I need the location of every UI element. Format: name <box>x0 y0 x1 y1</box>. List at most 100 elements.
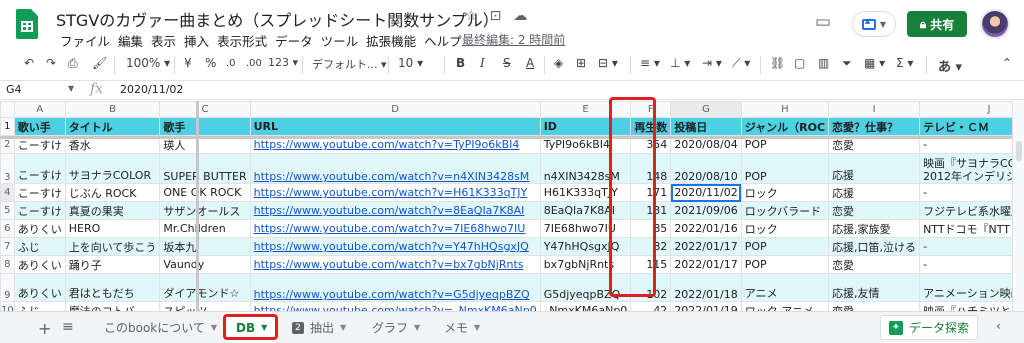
data-cell[interactable]: POP <box>740 255 830 274</box>
share-button[interactable]: 🔒︎ 共有 <box>907 11 967 37</box>
data-cell[interactable]: 131 <box>630 201 672 220</box>
frozen-row-divider[interactable] <box>0 136 1012 139</box>
column-header[interactable]: D <box>249 101 541 118</box>
data-cell[interactable]: - <box>919 237 1024 256</box>
data-cell[interactable]: - <box>919 183 1024 202</box>
paint-format-icon[interactable]: 🖌︎ <box>92 56 107 70</box>
horizontal-align-icon[interactable]: ≡ ▾ <box>640 56 660 70</box>
filter-views-icon[interactable]: ▦ ▾ <box>864 56 885 70</box>
data-cell[interactable]: 応援,家族愛 <box>828 219 921 238</box>
italic-button[interactable]: I <box>480 56 485 70</box>
text-wrap-icon[interactable]: ⇥ ▾ <box>702 56 722 70</box>
borders-icon[interactable]: ⊞ <box>576 56 586 70</box>
last-edit-link[interactable]: 最終編集: 2 時間前 <box>462 31 565 48</box>
data-cell[interactable]: 映画『ハチミツとクローバ <box>919 301 1024 311</box>
data-cell[interactable]: 42 <box>630 301 672 311</box>
url-link-cell[interactable]: https://www.youtube.com/watch?v=n4XIN342… <box>249 153 541 184</box>
header-cell[interactable]: ID <box>539 117 632 136</box>
row-number[interactable]: 5 <box>0 201 15 220</box>
row-number[interactable]: 8 <box>0 255 15 274</box>
column-header[interactable]: E <box>539 101 632 118</box>
data-cell[interactable]: 2022/01/19 <box>670 301 742 311</box>
data-cell[interactable]: ありくい <box>13 219 66 238</box>
data-cell[interactable]: 恋愛 <box>828 255 921 274</box>
print-icon[interactable]: ⎙ <box>68 56 78 71</box>
currency-format-button[interactable]: ¥ <box>184 56 192 70</box>
data-cell[interactable]: 応援,友情 <box>828 273 921 302</box>
data-cell[interactable]: スピッツ <box>159 301 251 311</box>
data-cell[interactable]: G5djyeqpBZQ <box>539 273 632 302</box>
header-cell[interactable]: テレビ・ＣＭ <box>919 117 1024 136</box>
vertical-align-icon[interactable]: ⊥ ▾ <box>670 56 690 70</box>
explore-button[interactable]: ✦ データ探索 <box>880 315 978 340</box>
data-cell[interactable]: こーすけ <box>13 153 66 184</box>
tab-graph[interactable]: グラフ ▼ <box>364 312 430 343</box>
data-cell[interactable]: 応援 <box>828 183 921 202</box>
data-cell[interactable]: Mr.Children <box>159 219 251 238</box>
data-cell[interactable]: 君はともだち <box>64 273 161 302</box>
menu-edit[interactable]: 編集 <box>114 31 147 50</box>
select-all-corner[interactable] <box>0 101 15 118</box>
data-cell[interactable]: ありくい <box>13 273 66 302</box>
tab-db[interactable]: DB ▼ <box>226 312 276 343</box>
data-cell[interactable]: ありくい <box>13 255 66 274</box>
formula-input[interactable]: 2020/11/02 <box>120 83 183 96</box>
url-link-cell[interactable]: https://www.youtube.com/watch?v=G5djyeqp… <box>249 273 541 302</box>
data-cell[interactable]: こーすけ <box>13 201 66 220</box>
star-icon[interactable]: ☆ <box>465 8 478 24</box>
url-link-cell[interactable]: https://www.youtube.com/watch?v=Y47hHQsg… <box>249 237 541 256</box>
data-cell[interactable]: 上を向いて歩こう <box>64 237 161 256</box>
increase-decimal-button[interactable]: .00 <box>246 58 262 69</box>
data-cell[interactable]: 応援 <box>828 153 921 184</box>
font-size-select[interactable]: 10 ▾ <box>398 56 423 70</box>
frozen-column-divider[interactable] <box>196 101 199 311</box>
header-cell[interactable]: タイトル <box>64 117 161 136</box>
column-header[interactable]: J <box>919 101 1024 118</box>
tab-memo[interactable]: メモ ▼ <box>436 312 496 343</box>
menu-extensions[interactable]: 拡張機能 <box>362 31 420 50</box>
decrease-decimal-button[interactable]: .0 <box>226 58 236 69</box>
data-cell[interactable]: 踊り子 <box>64 255 161 274</box>
data-cell[interactable]: 真夏の果実 <box>64 201 161 220</box>
data-cell[interactable]: 2022/01/17 <box>670 237 742 256</box>
data-cell[interactable]: ONE OK ROCK <box>159 183 251 202</box>
data-cell[interactable]: 171 <box>630 183 672 202</box>
row-number[interactable]: 10 <box>0 301 15 311</box>
name-box[interactable]: G4 <box>6 83 22 96</box>
collapse-side-panel-icon[interactable]: ‹ <box>996 319 1001 333</box>
row-number[interactable]: 6 <box>0 219 15 238</box>
data-cell[interactable]: Vaundy <box>159 255 251 274</box>
data-cell[interactable]: ふじ <box>13 237 66 256</box>
header-cell[interactable]: URL <box>249 117 541 136</box>
data-cell[interactable]: 2022/01/16 <box>670 219 742 238</box>
menu-insert[interactable]: 挿入 <box>180 31 213 50</box>
collapse-toolbar-icon[interactable]: ⌃ <box>1002 56 1012 70</box>
url-link-cell[interactable]: https://www.youtube.com/watch?v=7IE68hwo… <box>249 219 541 238</box>
data-cell[interactable]: _NmxKM6aNp0 <box>539 301 632 311</box>
comment-icon[interactable]: ▢ <box>794 56 805 70</box>
data-cell[interactable]: じぶん ROCK <box>64 183 161 202</box>
data-cell[interactable]: ロックバラード <box>740 201 830 220</box>
comment-history-icon[interactable]: ▭ <box>815 12 837 32</box>
sheets-logo-icon[interactable] <box>16 9 38 39</box>
data-cell[interactable]: 85 <box>630 219 672 238</box>
merge-cells-icon[interactable]: ⊟ ▾ <box>598 56 618 70</box>
menu-tools[interactable]: ツール <box>317 31 363 50</box>
data-cell[interactable]: サヨナラCOLOR <box>64 153 161 184</box>
redo-icon[interactable]: ↷ <box>46 56 56 70</box>
link-icon[interactable]: ⛓︎ <box>770 56 785 70</box>
tab-about-book[interactable]: このbookについて ▼ <box>96 312 220 343</box>
data-cell[interactable]: ロック <box>740 183 830 202</box>
data-cell[interactable]: n4XIN3428sM <box>539 153 632 184</box>
data-cell[interactable]: 2022/01/18 <box>670 273 742 302</box>
row-number[interactable]: 4 <box>0 183 15 202</box>
name-box-dropdown-icon[interactable]: ▼ <box>68 84 74 93</box>
document-title[interactable]: STGVのカヴァー曲まとめ（スプレッドシート関数サンプル） <box>56 7 499 31</box>
data-cell[interactable]: ふじ <box>13 301 66 311</box>
data-cell[interactable]: 映画『サヨナラCOLOR』2012年インデリジェンス <box>919 153 1024 184</box>
header-cell[interactable]: 歌手 <box>159 117 251 136</box>
data-cell[interactable]: 2021/09/06 <box>670 201 742 220</box>
data-cell[interactable]: 82 <box>630 237 672 256</box>
chart-icon[interactable]: ▥ <box>818 56 829 70</box>
data-cell[interactable]: 恋愛 <box>828 301 921 311</box>
